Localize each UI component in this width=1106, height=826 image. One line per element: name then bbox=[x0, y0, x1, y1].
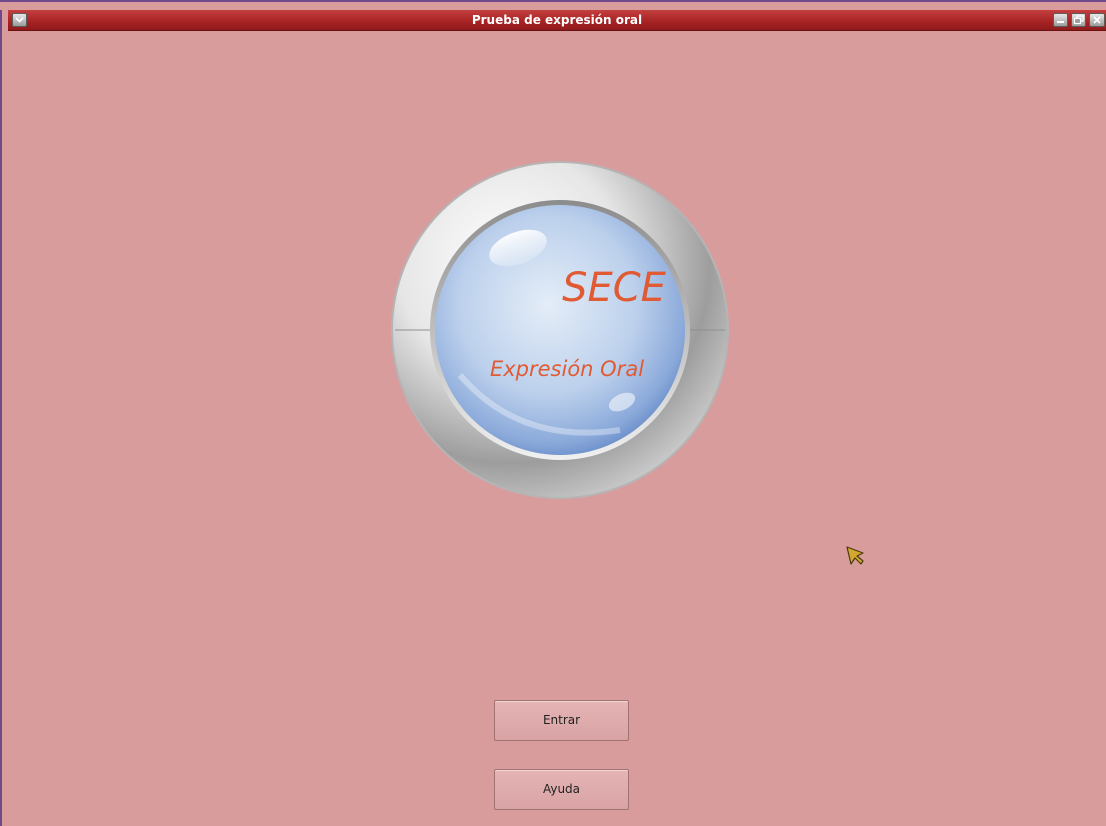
entrar-button[interactable]: Entrar bbox=[494, 700, 629, 741]
maximize-button[interactable] bbox=[1071, 13, 1086, 27]
ayuda-button[interactable]: Ayuda bbox=[494, 769, 629, 810]
restore-icon bbox=[1073, 15, 1084, 25]
window-left-border bbox=[0, 10, 8, 826]
close-button[interactable] bbox=[1089, 13, 1105, 27]
minimize-button[interactable] bbox=[1053, 13, 1068, 27]
logo-emblem bbox=[391, 161, 729, 499]
title-bar[interactable]: Prueba de expresión oral bbox=[8, 10, 1106, 31]
minimize-icon bbox=[1057, 21, 1064, 23]
close-icon bbox=[1093, 16, 1101, 24]
window-title: Prueba de expresión oral bbox=[471, 13, 643, 27]
sece-logo: SECE Expresión Oral bbox=[390, 160, 730, 500]
window-top-border bbox=[0, 0, 1106, 10]
logo-title: SECE bbox=[562, 265, 666, 311]
app-window: Prueba de expresión oral SECE Expresión … bbox=[0, 0, 1106, 826]
logo-subtitle: Expresión Oral bbox=[489, 357, 645, 381]
mouse-pointer-icon bbox=[846, 546, 864, 565]
